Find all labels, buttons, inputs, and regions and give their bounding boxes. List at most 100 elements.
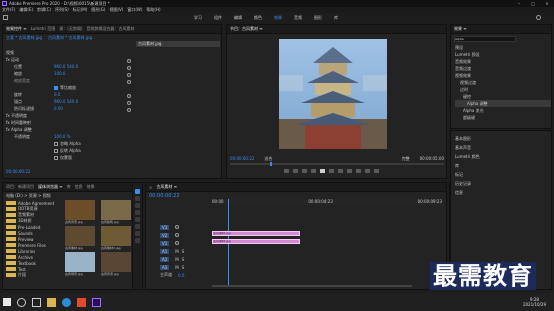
media-thumb[interactable]: 古风背景.jpg <box>65 200 95 224</box>
prop-value-opacity[interactable]: 100.0 % <box>54 134 71 139</box>
tab-effects[interactable]: 效果 <box>87 184 95 190</box>
solo-button[interactable]: S <box>182 257 185 262</box>
timeline-scrollbar[interactable] <box>212 285 412 287</box>
reset-icon[interactable] <box>127 100 131 105</box>
mute-button[interactable]: M <box>175 265 178 270</box>
prop-value-flicker[interactable]: 0.00 <box>54 106 63 111</box>
type-tool-icon[interactable] <box>135 238 140 243</box>
prop-value-rotation[interactable]: 0.0 <box>54 92 60 97</box>
track-select-tool-icon[interactable] <box>135 196 140 201</box>
tab-info[interactable]: 信息 <box>75 184 83 190</box>
folder-item[interactable]: Sounds <box>18 231 33 236</box>
reset-icon[interactable] <box>127 107 131 112</box>
tab-program[interactable]: 节目：古风素材 ≡ <box>230 26 263 32</box>
explorer-icon[interactable] <box>47 297 56 307</box>
reset-icon[interactable] <box>127 93 131 98</box>
ripple-edit-tool-icon[interactable] <box>135 203 140 208</box>
reset-icon[interactable] <box>127 72 131 77</box>
clip-target[interactable]: 古风素材 * 古风素材.jpg <box>48 35 92 41</box>
workspace-assembly[interactable]: 组件 <box>214 15 222 21</box>
mini-timeline-clip[interactable]: 古风素材.jpg <box>136 41 161 46</box>
panel-link[interactable]: Lumetri 颜色 <box>455 154 480 160</box>
ignore-alpha-checkbox[interactable] <box>54 141 58 146</box>
workspace-editing[interactable]: 编辑 <box>234 15 242 21</box>
close-button[interactable]: × <box>540 1 554 6</box>
prop-label-1[interactable]: fx 运动 <box>6 57 19 63</box>
panel-link[interactable]: 基本声音 <box>455 145 471 151</box>
tab-libraries[interactable]: 库 <box>67 184 71 190</box>
folder-item[interactable]: Preview <box>18 237 34 242</box>
folder-item[interactable]: Archive <box>18 255 33 260</box>
folder-item[interactable]: Adobe Agreement <box>18 201 54 206</box>
timeline-timecode[interactable]: 00:00:00:22 <box>149 193 180 199</box>
eye-icon[interactable] <box>175 225 180 229</box>
folder-item[interactable]: Pre-Loaded <box>18 225 40 230</box>
search-icon[interactable] <box>17 297 26 307</box>
clip-path[interactable]: 主要 * 古风素材.jpg <box>6 35 42 41</box>
play-button[interactable] <box>320 169 325 173</box>
fit-dropdown[interactable]: 适合 <box>264 156 272 162</box>
premiere-icon[interactable] <box>92 297 101 307</box>
step-back-button[interactable] <box>311 169 316 173</box>
effects-item[interactable]: 预设 <box>455 45 463 51</box>
workspace-learning[interactable]: 学习 <box>194 15 202 21</box>
go-to-out-button[interactable] <box>338 169 343 173</box>
razor-tool-icon[interactable] <box>135 210 140 215</box>
invert-alpha-checkbox[interactable] <box>54 148 58 153</box>
panel-link[interactable]: 标记 <box>455 172 463 178</box>
prop-label-11[interactable]: fx Alpha 调整 <box>6 127 32 133</box>
hand-tool-icon[interactable] <box>135 231 140 236</box>
tab-source[interactable]: 源：(无剪辑) <box>59 26 82 32</box>
solo-button[interactable]: S <box>182 249 185 254</box>
folder-item[interactable]: Textbook <box>18 261 36 266</box>
folder-item[interactable]: Premiere Files <box>18 243 46 248</box>
minimize-button[interactable]: – <box>512 1 526 6</box>
workspace-audio[interactable]: 音频 <box>294 15 302 21</box>
prop-label-10[interactable]: fx 时间重映射 <box>6 120 31 126</box>
track-label[interactable]: A3 <box>160 264 170 270</box>
panel-link[interactable]: 基本图形 <box>455 136 471 142</box>
export-frame-button[interactable] <box>365 169 370 173</box>
workspace-graphics[interactable]: 图形 <box>314 15 322 21</box>
pen-tool-icon[interactable] <box>135 224 140 229</box>
track-label[interactable]: V3 <box>160 224 170 230</box>
add-button[interactable] <box>374 169 379 173</box>
track-label[interactable]: A1 <box>160 248 170 254</box>
uniform-scale-checkbox[interactable] <box>54 85 58 90</box>
effects-item[interactable]: 视频过渡 <box>460 80 476 86</box>
mute-button[interactable]: M <box>175 249 178 254</box>
effects-panel-title[interactable]: 效果 ≡ <box>454 26 467 32</box>
folder-item[interactable]: 3D材质 <box>18 218 32 224</box>
effects-item[interactable]: 视频效果 <box>455 73 471 79</box>
media-thumb[interactable]: 古风素材2.jpg <box>101 226 131 250</box>
prop-value-position[interactable]: 960.0 540.0 <box>54 64 78 69</box>
eye-icon[interactable] <box>175 241 180 245</box>
browser-path[interactable]: 电脑 (D:) > 资源 > 视频 <box>6 193 51 199</box>
mask-only-checkbox[interactable] <box>54 155 58 160</box>
playhead-icon[interactable] <box>270 162 272 166</box>
tab-project[interactable]: 项目：新建项目 <box>6 184 34 190</box>
app-icon[interactable] <box>77 297 86 307</box>
timeline-clip-v1[interactable]: 古风素材.jpg <box>212 239 300 244</box>
effects-item-selected[interactable]: Alpha 调整 <box>467 101 488 107</box>
folder-item[interactable]: 片段 <box>18 272 26 278</box>
media-thumb[interactable]: 古风建筑.jpg <box>101 200 131 224</box>
track-label[interactable]: V1 <box>160 240 170 246</box>
tab-audio-mixer[interactable]: 音频剪辑混合器：古风素材 <box>86 26 134 32</box>
effect-controls-timecode[interactable]: 00:00:00:22 <box>6 169 30 174</box>
workspace-color[interactable]: 颜色 <box>254 15 262 21</box>
edge-icon[interactable] <box>62 297 71 307</box>
mute-button[interactable]: M <box>175 257 178 262</box>
mark-in-button[interactable] <box>284 169 289 173</box>
selection-tool-icon[interactable] <box>135 189 140 194</box>
prop-value-scale[interactable]: 100.0 <box>54 71 65 76</box>
media-thumb[interactable]: 古风风景.jpg <box>101 252 131 276</box>
tab-effect-controls[interactable]: 效果控件 ≡ <box>6 26 27 32</box>
panel-link[interactable]: 库 <box>455 163 459 169</box>
task-view-icon[interactable] <box>32 297 41 307</box>
tab-sequence[interactable]: 古风素材 ≡ <box>156 184 177 190</box>
quality-dropdown[interactable]: 完整 <box>402 156 410 162</box>
reset-icon[interactable] <box>127 58 131 63</box>
prop-label-9[interactable]: fx 不透明度 <box>6 113 27 119</box>
timeline-clip-v2[interactable]: 古风素材.jpg <box>212 231 300 236</box>
